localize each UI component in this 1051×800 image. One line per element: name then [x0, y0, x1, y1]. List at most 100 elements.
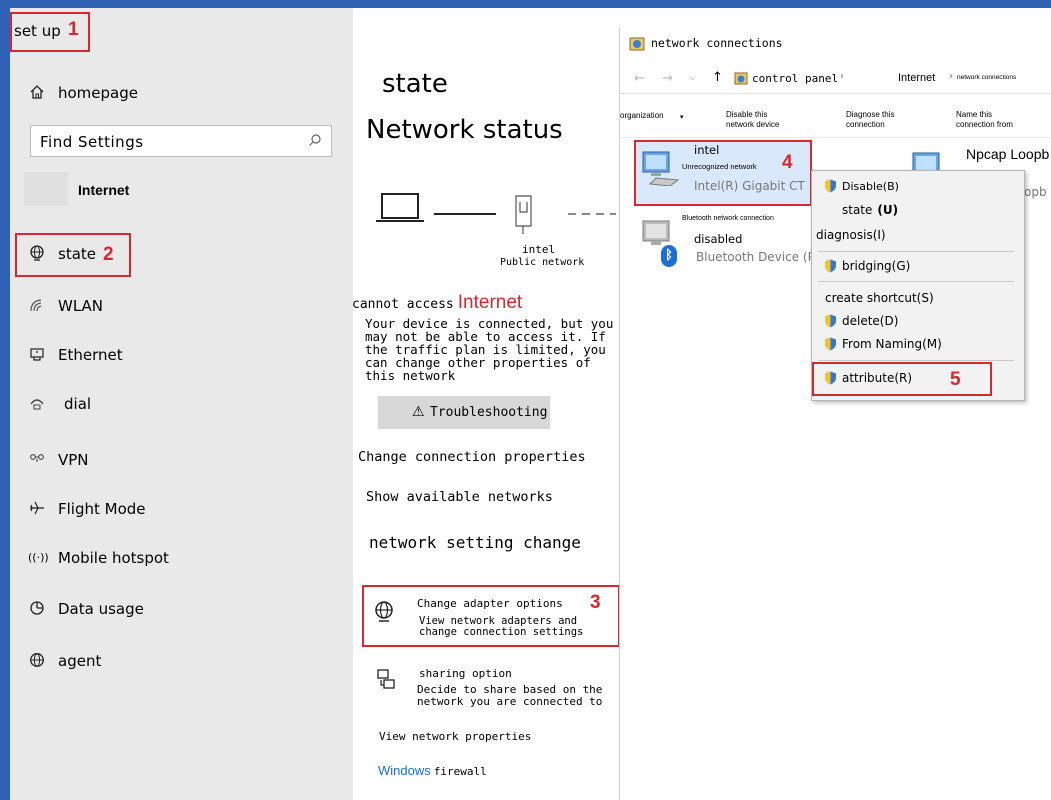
wifi-icon — [28, 297, 46, 315]
globe-icon — [28, 652, 46, 670]
titlebar: network connections — [620, 27, 1051, 61]
sharing-icon — [376, 668, 398, 696]
section-spacer — [24, 172, 68, 206]
sidebar-item-flight-mode[interactable]: Flight Mode — [28, 500, 146, 518]
disable-device-button[interactable]: Disable this network device — [726, 110, 796, 130]
annotation-number-2: 2 — [103, 244, 114, 265]
page-title: state — [382, 69, 448, 99]
forward-arrow-icon[interactable]: → — [662, 71, 673, 86]
connection-status: cannot access Internet — [352, 292, 522, 314]
back-arrow-icon[interactable]: ← — [634, 71, 645, 86]
page-subtitle: Network status — [366, 115, 563, 145]
sidebar-item-label: Mobile hotspot — [58, 549, 169, 567]
sidebar-item-homepage[interactable]: homepage — [28, 84, 138, 102]
annotation-box-2 — [15, 233, 131, 277]
sidebar-item-dial[interactable]: dial — [28, 395, 91, 413]
network-folder-icon — [629, 36, 645, 56]
menu-item-disable[interactable]: Disable(B) — [824, 179, 899, 193]
pie-chart-icon — [28, 600, 46, 618]
sidebar-item-vpn[interactable]: VPN — [28, 451, 89, 469]
divider — [620, 137, 1051, 138]
cannot-access-label: cannot access — [352, 297, 454, 312]
section-header: Internet — [78, 182, 130, 198]
menu-item-diagnosis[interactable]: diagnosis(I) — [816, 228, 886, 242]
menu-item-bridging[interactable]: bridging(G) — [824, 259, 910, 273]
sidebar-item-ethernet[interactable]: Ethernet — [28, 346, 123, 364]
sidebar-item-label: Ethernet — [58, 346, 123, 364]
menu-item-state[interactable]: state (U) — [842, 203, 898, 217]
sidebar-item-label: Flight Mode — [58, 500, 146, 518]
shield-icon — [824, 259, 837, 273]
menu-separator — [818, 281, 1014, 282]
menu-separator — [818, 251, 1014, 252]
window-left-edge — [0, 8, 10, 800]
view-properties-link[interactable]: View network properties — [379, 730, 531, 743]
menu-item-create-shortcut[interactable]: create shortcut(S) — [825, 291, 934, 305]
sidebar-item-label: dial — [64, 395, 92, 413]
annotation-box-3 — [362, 585, 620, 647]
firewall-link-label: firewall — [433, 765, 487, 778]
annotation-box-5 — [812, 362, 992, 396]
sidebar-item-mobile-hotspot[interactable]: ((·)) Mobile hotspot — [28, 549, 169, 567]
sidebar-item-label: homepage — [58, 84, 138, 102]
annotation-number-1: 1 — [68, 19, 79, 40]
firewall-link-brand: Windows — [378, 763, 431, 778]
settings-sidebar: set up homepage Find Settings Internet s… — [10, 8, 353, 800]
sidebar-item-agent[interactable]: agent — [28, 652, 101, 670]
change-properties-link[interactable]: Change connection properties — [358, 449, 586, 465]
divider — [620, 93, 1051, 94]
sidebar-item-label: agent — [58, 652, 102, 670]
command-bar: organization ▾ Disable this network devi… — [620, 103, 1051, 137]
shield-icon — [824, 337, 837, 351]
up-arrow-icon[interactable]: ↑ — [712, 70, 723, 85]
shield-icon — [824, 179, 837, 193]
connection-status: disabled — [694, 232, 743, 246]
connection-device: Bluetooth Device (P — [696, 250, 815, 264]
connection-name: Bluetooth network connection — [682, 215, 774, 222]
annotation-number-3: 3 — [590, 592, 601, 613]
annotation-number-4: 4 — [782, 152, 793, 173]
menu-item-delete[interactable]: delete(D) — [824, 314, 898, 328]
firewall-link[interactable]: Windows firewall — [378, 763, 487, 778]
network-diagram — [376, 190, 616, 254]
chevron-down-icon: ▾ — [680, 113, 684, 121]
dialup-icon — [28, 395, 46, 413]
organize-menu[interactable]: organization — [620, 111, 664, 121]
settings-change-heading: network setting change — [369, 533, 581, 552]
sharing-title: sharing option — [419, 667, 512, 680]
status-message: Your device is connected, but you may no… — [365, 317, 621, 382]
breadcrumb-separator: › — [840, 71, 844, 82]
network-connections-window: network connections ← → ⌄ ↑ control pane… — [619, 27, 1051, 800]
breadcrumb-control-panel[interactable]: control panel — [752, 72, 838, 85]
menu-separator — [818, 360, 1014, 361]
breadcrumb-separator: › — [949, 71, 953, 82]
menu-item-rename[interactable]: From Naming(M) — [824, 337, 942, 351]
sidebar-item-label: WLAN — [58, 297, 104, 315]
airplane-icon — [28, 500, 46, 518]
breadcrumb-network-connections[interactable]: network connections — [957, 74, 1016, 81]
sidebar-item-wlan[interactable]: WLAN — [28, 297, 103, 315]
home-icon — [28, 84, 46, 102]
control-panel-icon — [734, 71, 748, 90]
diagnose-button[interactable]: Diagnose this connection — [846, 110, 916, 130]
sidebar-item-data-usage[interactable]: Data usage — [28, 600, 144, 618]
annotation-number-5: 5 — [950, 369, 961, 390]
bluetooth-icon: ᛒ — [661, 245, 677, 267]
chevron-down-icon[interactable]: ⌄ — [689, 73, 697, 83]
connection-name: Npcap Loopb — [966, 146, 1050, 162]
ethernet-icon — [28, 346, 46, 364]
address-bar: ← → ⌄ ↑ control panel › Internet › netwo… — [620, 65, 1051, 93]
rename-connection-button[interactable]: Name this connection from — [956, 110, 1032, 130]
search-icon — [308, 132, 322, 146]
window-top-edge — [0, 0, 1051, 8]
internet-label: Internet — [457, 292, 523, 313]
sharing-option[interactable]: sharing option Decide to share based on … — [372, 664, 622, 714]
breadcrumb-internet[interactable]: Internet — [898, 72, 935, 84]
search-input[interactable]: Find Settings — [30, 125, 332, 157]
network-diagram-graphic — [376, 193, 616, 234]
troubleshoot-button[interactable]: ⚠ Troubleshooting — [378, 396, 550, 429]
show-networks-link[interactable]: Show available networks — [366, 489, 553, 505]
adapter-label: intel — [522, 243, 556, 256]
shield-icon — [824, 314, 837, 328]
sidebar-item-label: Data usage — [58, 600, 144, 618]
